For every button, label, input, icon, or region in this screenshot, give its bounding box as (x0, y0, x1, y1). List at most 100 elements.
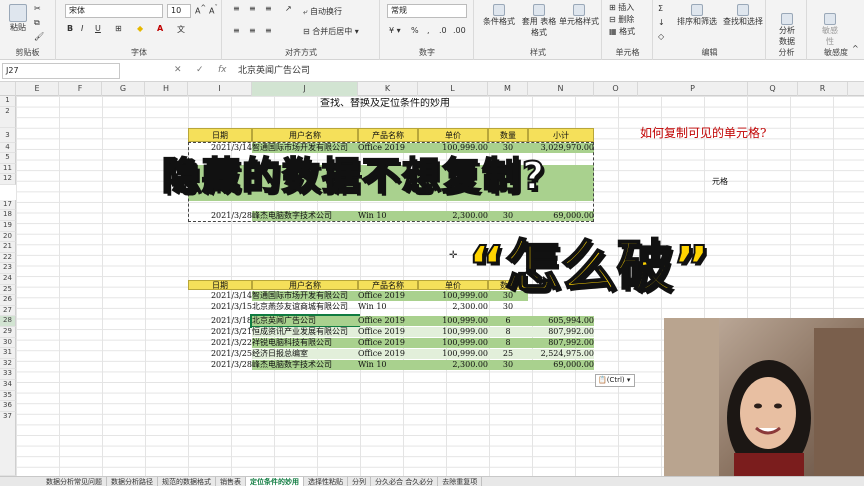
collapse-ribbon-icon[interactable]: ^ (852, 44, 859, 53)
row-header[interactable]: 11 (0, 163, 16, 175)
align-top-icon[interactable]: ≡ (233, 4, 240, 13)
tab-sheet[interactable]: 分列 (348, 477, 371, 486)
row-header[interactable]: 18 (0, 210, 16, 221)
table-cell[interactable]: 2,300.00 (418, 302, 488, 312)
table-cell[interactable]: 100,999.00 (418, 338, 488, 348)
col-header-E[interactable]: E (16, 82, 59, 96)
align-center-icon[interactable]: ≡ (249, 26, 256, 35)
table-cell[interactable]: 智通国际市场开发有限公司 (252, 291, 358, 301)
font-color-button[interactable]: A (157, 24, 163, 33)
row-header[interactable]: 28 (0, 316, 16, 327)
row-header[interactable]: 5 (0, 153, 16, 164)
col-header-F[interactable]: F (59, 82, 102, 96)
table-cell[interactable]: 2021/3/28 (188, 360, 252, 370)
merge-center-button[interactable]: ⊟ 合并后居中 ▾ (303, 26, 359, 37)
increase-decimal-icon[interactable]: .0 (439, 26, 447, 35)
name-box[interactable]: J27 (2, 63, 120, 79)
number-format-select[interactable]: 常规 (387, 4, 467, 18)
row-header[interactable]: 24 (0, 274, 16, 285)
row-header[interactable]: 27 (0, 305, 16, 317)
table-cell[interactable]: 807,992.00 (528, 327, 594, 337)
row-header[interactable]: 37 (0, 411, 16, 476)
row-header[interactable]: 4 (0, 142, 16, 154)
table-cell[interactable]: 30 (488, 360, 528, 370)
align-left-icon[interactable]: ≡ (233, 26, 240, 35)
col-header-K[interactable]: K (358, 82, 418, 96)
wrap-text-button[interactable]: ⤶ 自动换行 (303, 6, 342, 17)
font-size-select[interactable]: 10 (167, 4, 191, 18)
table-cell[interactable]: 2021/3/14 (188, 291, 252, 301)
row-header[interactable]: 36 (0, 401, 16, 412)
tab-sheet[interactable]: 数据分析路径 (107, 477, 158, 486)
col-header-Q[interactable]: Q (748, 82, 798, 96)
bold-button[interactable]: B (67, 24, 73, 33)
cut-button[interactable]: ✂ (34, 4, 41, 13)
row-header[interactable]: 35 (0, 390, 16, 402)
find-select-button[interactable]: 查找和选择 (720, 4, 766, 27)
col-header-I[interactable]: I (188, 82, 252, 96)
table-header-product[interactable]: 产品名称 (358, 280, 418, 290)
col-header-J[interactable]: J (252, 82, 358, 96)
col-header-R[interactable]: R (798, 82, 848, 96)
table-cell[interactable]: 2021/3/21 (188, 327, 252, 337)
table-cell[interactable]: 30 (488, 302, 528, 312)
table-header-product[interactable]: 产品名称 (358, 128, 418, 142)
table-cell[interactable]: 8 (488, 338, 528, 348)
align-bottom-icon[interactable]: ≡ (265, 4, 272, 13)
increase-font-button[interactable]: A^ (195, 4, 206, 16)
table-cell[interactable]: 恒成资讯产业发展有限公司 (252, 327, 358, 337)
table-cell[interactable]: Office 2019 (358, 327, 418, 337)
table-cell[interactable]: 2,300.00 (418, 360, 488, 370)
table-cell[interactable]: 25 (488, 349, 528, 359)
table-cell[interactable]: 祥锐电脑科技有限公司 (252, 338, 358, 348)
table-cell[interactable]: 经济日报总编室 (252, 349, 358, 359)
table-header-user[interactable]: 用户名称 (252, 280, 358, 290)
clear-icon[interactable]: ◇ (658, 32, 664, 41)
tab-sheet[interactable]: 分久必合 合久必分 (371, 477, 439, 486)
format-button[interactable]: ▦ 格式 (609, 26, 635, 37)
row-header[interactable]: 30 (0, 337, 16, 349)
table-cell[interactable]: 807,992.00 (528, 338, 594, 348)
row-header[interactable]: 12 (0, 174, 16, 185)
row-header[interactable]: 23 (0, 263, 16, 274)
table-header-user[interactable]: 用户名称 (252, 128, 358, 142)
table-cell-active[interactable]: 北京英闻广告公司 (250, 314, 360, 328)
decrease-decimal-icon[interactable]: .00 (453, 26, 466, 35)
tab-sheet[interactable]: 数据分析常见问题 (0, 477, 107, 486)
percent-icon[interactable]: % (411, 26, 419, 35)
sensitivity-button[interactable]: 敏感 性 (816, 4, 844, 47)
table-cell[interactable]: 100,999.00 (418, 327, 488, 337)
row-header[interactable]: 32 (0, 358, 16, 370)
row-header[interactable]: 1 (0, 96, 16, 107)
formula-input[interactable]: 北京英闻广告公司 (238, 63, 310, 76)
row-header[interactable]: 22 (0, 252, 16, 264)
table-header-price[interactable]: 单价 (418, 128, 488, 142)
align-middle-icon[interactable]: ≡ (249, 4, 256, 13)
table-header-date[interactable]: 日期 (188, 128, 252, 142)
table-cell[interactable]: Win 10 (358, 302, 418, 312)
row-header[interactable]: 34 (0, 380, 16, 391)
table-cell[interactable]: 6 (488, 316, 528, 326)
table-cell[interactable]: Office 2019 (358, 338, 418, 348)
col-header-M[interactable]: M (488, 82, 528, 96)
decrease-font-button[interactable]: Aˇ (209, 4, 218, 16)
row-header[interactable]: 21 (0, 242, 16, 253)
col-header-O[interactable]: O (594, 82, 638, 96)
analyze-data-button[interactable]: 分析 数据 (773, 4, 801, 47)
confirm-icon[interactable]: ✓ (196, 65, 204, 75)
italic-button[interactable]: I (81, 24, 83, 33)
table-cell[interactable]: Win 10 (358, 360, 418, 370)
tab-sheet-active[interactable]: 定位条件的妙用 (246, 477, 304, 486)
insert-function-icon[interactable]: fx (218, 65, 227, 75)
fill-color-button[interactable]: ◆ (137, 24, 143, 33)
row-header[interactable]: 19 (0, 221, 16, 232)
table-cell[interactable]: 峰杰电脑数字技术公司 (252, 360, 358, 370)
phonetic-button[interactable]: 文 (177, 24, 185, 35)
tab-sheet[interactable]: 销售表 (216, 477, 246, 486)
table-cell[interactable]: 2021/3/18 (188, 316, 252, 326)
col-header-H[interactable]: H (145, 82, 188, 96)
insert-button[interactable]: ⊞ 插入 (609, 2, 634, 13)
sheet-title[interactable]: 查找、替换及定位条件的妙用 (320, 98, 470, 110)
row-header[interactable]: 29 (0, 327, 16, 338)
select-all-corner[interactable] (0, 82, 16, 96)
